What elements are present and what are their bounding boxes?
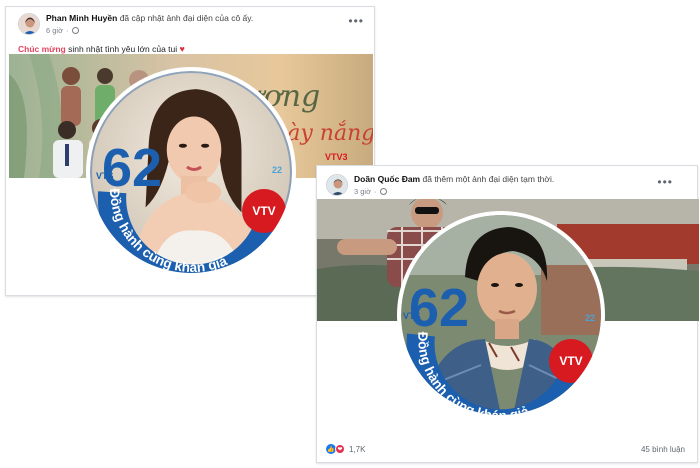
vtv-logo: VTV (549, 339, 593, 383)
reaction-count[interactable]: 1,7K (349, 445, 365, 454)
love-icon: ❤ (335, 444, 345, 454)
svg-text:VTV3: VTV3 (325, 152, 348, 162)
globe-icon (379, 188, 387, 195)
post-header: Doãn Quốc Đam đã thêm một ảnh đại diện t… (326, 174, 554, 197)
author-name[interactable]: Phan Minh Huyền (46, 13, 117, 23)
heart-icon: ♥ (179, 44, 185, 54)
profile-picture-frame[interactable]: Đồng hành cùng khán giả 62 VTS 22 VTV (86, 67, 296, 277)
post-header: Phan Minh Huyền đã cập nhật ảnh đại diện… (18, 13, 253, 36)
comment-count[interactable]: 45 bình luận (641, 445, 685, 454)
frame-number: 62 (409, 278, 470, 338)
frame-age-badge: 22 (584, 313, 595, 323)
post-caption: Chúc mừng sinh nhật tình yêu lớn của tui… (18, 44, 185, 54)
post-doan-quoc-dam: Doãn Quốc Đam đã thêm một ảnh đại diện t… (316, 165, 699, 463)
time-label[interactable]: 6 giờ (46, 25, 63, 36)
frame-small-label: VTS (96, 171, 114, 181)
globe-icon (71, 27, 79, 34)
post-action: đã thêm một ảnh đại diện tạm thời. (422, 174, 555, 184)
time-label[interactable]: 3 giờ (354, 186, 371, 197)
header-text: Phan Minh Huyền đã cập nhật ảnh đại diện… (46, 13, 253, 36)
author-name[interactable]: Doãn Quốc Đam (354, 174, 420, 184)
svg-text:Đồng hành cùng khán giả: Đồng hành cùng khán giả (415, 332, 531, 415)
header-text: Doãn Quốc Đam đã thêm một ảnh đại diện t… (354, 174, 554, 197)
screenshot-canvas: Phan Minh Huyền đã cập nhật ảnh đại diện… (0, 0, 700, 468)
frame-number: 62 (102, 138, 163, 198)
more-options-icon[interactable]: ••• (348, 15, 364, 27)
frame-small-label: VTS (403, 311, 421, 321)
vtv-logo: VTV (242, 189, 286, 233)
frame-slogan: Đồng hành cùng khán giả (415, 332, 531, 415)
caption-text: sinh nhật tình yêu lớn của tui (68, 44, 178, 54)
author-avatar[interactable] (18, 13, 40, 35)
profile-picture-frame[interactable]: Đồng hành cùng khán giả 62 VTS 22 VTV (397, 211, 605, 419)
frame-age-badge: 22 (271, 165, 282, 175)
more-options-icon[interactable]: ••• (657, 176, 673, 188)
frame-slogan: Đồng hành cùng khán giả (107, 188, 230, 273)
author-avatar[interactable] (326, 174, 348, 196)
svg-text:Đồng hành cùng khán giả: Đồng hành cùng khán giả (107, 188, 230, 273)
post-time: 3 giờ · (354, 186, 554, 197)
post-action: đã cập nhật ảnh đại diện của cô ấy. (119, 13, 254, 23)
caption-highlight[interactable]: Chúc mừng (18, 44, 66, 54)
reaction-summary[interactable]: 👍 ❤ 1,7K (326, 444, 365, 454)
post-time: 6 giờ · (46, 25, 253, 36)
